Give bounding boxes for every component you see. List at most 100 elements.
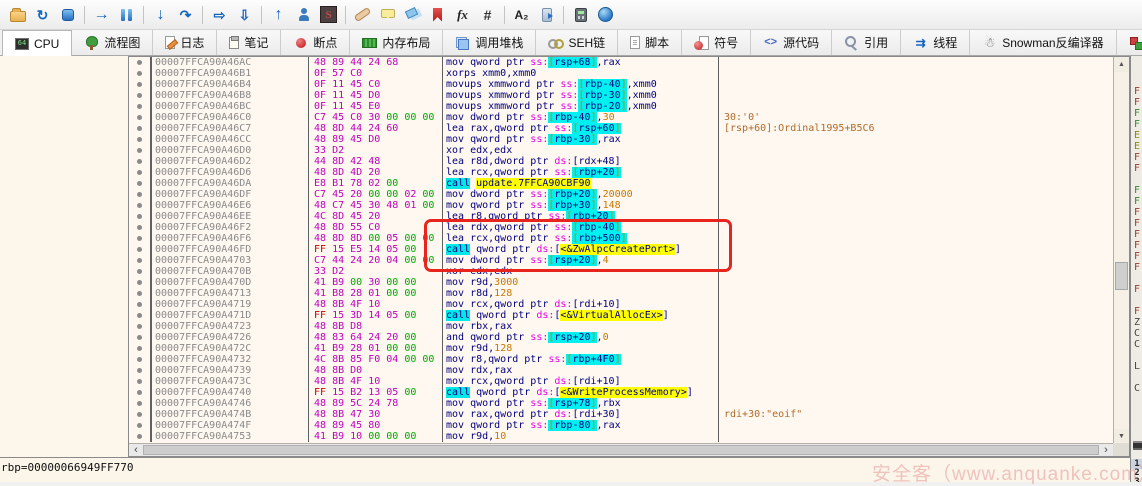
disasm-row[interactable]: 00007FFCA90A474F48 89 45 80mov qword ptr… [129, 420, 1112, 431]
execute-till-return-button[interactable]: ↑ [266, 2, 291, 27]
bookmark-button[interactable] [425, 2, 450, 27]
disasm-row[interactable]: 00007FFCA90A46B40F 11 45 C0movups xmmwor… [129, 79, 1112, 90]
run-to-user-code-button[interactable] [291, 2, 316, 27]
detach-button[interactable] [534, 2, 559, 27]
breakpoint-dot[interactable] [137, 247, 142, 252]
scroll-down-button[interactable]: ▼ [1114, 429, 1129, 444]
tab-symbols[interactable]: 符号 [682, 30, 751, 55]
disasm-row[interactable]: 00007FFCA90A46C0C7 45 C0 30 00 00 00mov … [129, 112, 1112, 123]
disasm-row[interactable]: 00007FFCA90A472348 8B D8mov rbx,rax [129, 321, 1112, 332]
restart-button[interactable]: ↻ [30, 2, 55, 27]
disasm-row[interactable]: 00007FFCA90A472648 83 64 24 20 00and qwo… [129, 332, 1112, 343]
run-button[interactable]: → [89, 2, 114, 27]
tab-graph[interactable]: 流程图 [72, 30, 153, 55]
disasm-row[interactable]: 00007FFCA90A46BC0F 11 45 E0movups xmmwor… [129, 101, 1112, 112]
breakpoint-dot[interactable] [137, 313, 142, 318]
calculator-button[interactable] [568, 2, 593, 27]
disasm-row[interactable]: 00007FFCA90A46CC48 89 45 D0mov qword ptr… [129, 134, 1112, 145]
breakpoint-dot[interactable] [137, 269, 142, 274]
breakpoint-dot[interactable] [137, 170, 142, 175]
breakpoint-dot[interactable] [137, 148, 142, 153]
tab-handles[interactable]: 句柄 [1117, 30, 1142, 55]
disasm-row[interactable]: 00007FFCA90A46C748 8D 44 24 60lea rax,qw… [129, 123, 1112, 134]
vertical-scroll-thumb[interactable] [1115, 262, 1128, 290]
tab-memmap[interactable]: 内存布局 [350, 30, 443, 55]
breakpoint-dot[interactable] [137, 214, 142, 219]
breakpoint-dot[interactable] [137, 357, 142, 362]
disasm-row[interactable]: 00007FFCA90A46DFC7 45 20 00 00 02 00mov … [129, 189, 1112, 200]
horizontal-scrollbar[interactable]: ‹ › [129, 443, 1113, 456]
horizontal-scroll-thumb[interactable] [143, 445, 1099, 455]
tab-seh[interactable]: SEH链 [536, 30, 618, 55]
breakpoint-dot[interactable] [137, 401, 142, 406]
open-file-button[interactable] [5, 2, 30, 27]
breakpoint-dot[interactable] [137, 258, 142, 263]
breakpoint-dot[interactable] [137, 280, 142, 285]
tab-notes[interactable]: 笔记 [217, 30, 281, 55]
disasm-row[interactable]: 00007FFCA90A475341 B9 10 00 00 00mov r9d… [129, 431, 1112, 442]
disasm-row[interactable]: 00007FFCA90A46B80F 11 45 D0movups xmmwor… [129, 90, 1112, 101]
disasm-row[interactable]: 00007FFCA90A46B10F 57 C0xorps xmm0,xmm0 [129, 68, 1112, 79]
breakpoint-dot[interactable] [137, 203, 142, 208]
tab-cpu[interactable]: 64CPU [2, 30, 72, 56]
breakpoint-dot[interactable] [137, 236, 142, 241]
breakpoint-dot[interactable] [137, 302, 142, 307]
disasm-row[interactable]: 00007FFCA90A474648 89 5C 24 78mov qword … [129, 398, 1112, 409]
breakpoint-dot[interactable] [137, 71, 142, 76]
tab-snowman[interactable]: ☃Snowman反编译器 [970, 30, 1116, 55]
breakpoint-dot[interactable] [137, 192, 142, 197]
breakpoint-dot[interactable] [137, 82, 142, 87]
disasm-row[interactable]: 00007FFCA90A47324C 8B 85 F0 04 00 00mov … [129, 354, 1112, 365]
disasm-row[interactable]: 00007FFCA90A46D033 D2xor edx,edx [129, 145, 1112, 156]
breakpoint-dot[interactable] [137, 412, 142, 417]
disasm-row[interactable]: 00007FFCA90A4740FF 15 B2 13 05 00call qw… [129, 387, 1112, 398]
world-globe-button[interactable] [593, 2, 618, 27]
disasm-row[interactable]: 00007FFCA90A471948 8B 4F 10mov rcx,qword… [129, 299, 1112, 310]
disasm-row[interactable]: 00007FFCA90A46DAE8 B1 78 02 00call updat… [129, 178, 1112, 189]
breakpoint-dot[interactable] [137, 346, 142, 351]
breakpoint-dot[interactable] [137, 115, 142, 120]
disasm-row[interactable]: 00007FFCA90A474B48 8B 47 30mov rax,qword… [129, 409, 1112, 420]
breakpoint-dot[interactable] [137, 126, 142, 131]
tab-source[interactable]: <>源代码 [751, 30, 832, 55]
disasm-row[interactable]: 00007FFCA90A46D648 8D 4D 20lea rcx,qword… [129, 167, 1112, 178]
breakpoint-dot[interactable] [137, 423, 142, 428]
breakpoint-dot[interactable] [137, 379, 142, 384]
label-button[interactable] [400, 2, 425, 27]
tab-log[interactable]: 日志 [153, 30, 217, 55]
tab-script[interactable]: 脚本 [618, 30, 682, 55]
analysis-button[interactable]: # [475, 2, 500, 27]
breakpoint-dot[interactable] [137, 368, 142, 373]
scroll-up-button[interactable]: ▲ [1114, 57, 1129, 72]
disasm-row[interactable]: 00007FFCA90A472C41 B9 28 01 00 00mov r9d… [129, 343, 1112, 354]
breakpoint-dot[interactable] [137, 225, 142, 230]
stop-debug-button[interactable] [55, 2, 80, 27]
breakpoint-dot[interactable] [137, 159, 142, 164]
disasm-row[interactable]: 00007FFCA90A46E648 C7 45 30 48 01 00mov … [129, 200, 1112, 211]
step-into-button[interactable]: ↓ [148, 2, 173, 27]
breakpoint-dot[interactable] [137, 181, 142, 186]
tab-references[interactable]: 引用 [832, 30, 901, 55]
breakpoint-dot[interactable] [137, 390, 142, 395]
tab-callstack[interactable]: 调用堆栈 [443, 30, 536, 55]
pause-button[interactable] [114, 2, 139, 27]
breakpoint-dot[interactable] [137, 324, 142, 329]
breakpoint-dot[interactable] [137, 104, 142, 109]
disasm-row[interactable]: 00007FFCA90A470D41 B9 00 30 00 00mov r9d… [129, 277, 1112, 288]
disasm-row[interactable]: 00007FFCA90A471341 B8 28 01 00 00mov r8d… [129, 288, 1112, 299]
breakpoint-dot[interactable] [137, 137, 142, 142]
disasm-row[interactable]: 00007FFCA90A473948 8B D0mov rdx,rax [129, 365, 1112, 376]
breakpoint-dot[interactable] [137, 434, 142, 439]
breakpoint-dot[interactable] [137, 93, 142, 98]
comment-button[interactable] [375, 2, 400, 27]
tab-breakpoints[interactable]: 断点 [281, 30, 350, 55]
scroll-left-button[interactable]: ‹ [129, 444, 143, 456]
scylla-import-reconstruction-button[interactable]: S [316, 2, 341, 27]
tab-threads[interactable]: ⇉线程 [901, 30, 970, 55]
animate-into-button[interactable]: ⇨ [207, 2, 232, 27]
disasm-row[interactable]: 00007FFCA90A471DFF 15 3D 14 05 00call qw… [129, 310, 1112, 321]
patch-button[interactable] [350, 2, 375, 27]
breakpoint-dot[interactable] [137, 335, 142, 340]
font-size-button[interactable]: A₂ [509, 2, 534, 27]
scroll-right-button[interactable]: › [1099, 444, 1113, 456]
